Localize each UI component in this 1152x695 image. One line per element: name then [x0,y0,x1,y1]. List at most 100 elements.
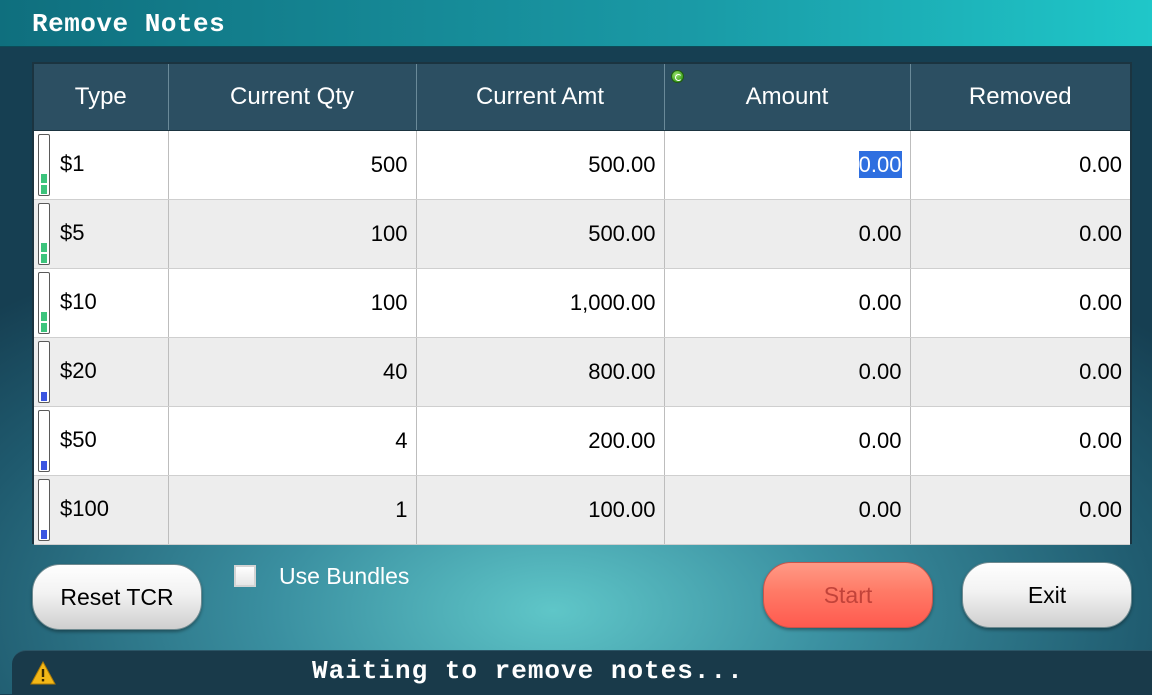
level-gauge-icon [38,134,50,196]
cell-current-amt-value: 100.00 [588,497,656,522]
level-gauge-fill [41,459,47,470]
cell-removed: 0.00 [910,268,1130,338]
cell-removed-value: 0.00 [1079,497,1122,522]
cell-current-amt: 500.00 [416,130,665,200]
level-gauge-fill [41,241,47,263]
level-gauge-icon [38,410,50,472]
level-gauge-icon [38,479,50,541]
cell-removed: 0.00 [910,130,1130,200]
cell-current-amt-value: 200.00 [588,428,656,453]
level-gauge-fill [41,172,47,194]
level-gauge-icon [38,203,50,265]
cell-type: $10 [34,268,169,338]
cell-removed: 0.00 [910,406,1130,476]
cell-current-qty-value: 500 [370,152,408,177]
cell-removed-value: 0.00 [1079,290,1122,315]
cell-current-qty: 40 [168,337,417,407]
cell-current-amt-value: 500.00 [588,152,656,177]
cell-amount-input[interactable]: 0.00 [664,130,911,200]
table-row[interactable]: $5 100 500.00 0.00 0.00 [34,199,1130,269]
cell-removed: 0.00 [910,475,1130,545]
status-message: Waiting to remove notes... [312,656,744,686]
cell-amount-input-value: 0.00 [858,151,902,178]
header-amount-label: Amount [745,83,829,110]
cell-current-amt-value: 1,000.00 [569,290,656,315]
use-bundles-checkbox[interactable] [234,565,256,587]
warning-icon [30,661,56,685]
cell-type: $20 [34,337,169,407]
level-gauge-icon [38,341,50,403]
table-row[interactable]: $20 40 800.00 0.00 0.00 [34,337,1130,407]
cell-current-amt: 800.00 [416,337,665,407]
table-row[interactable]: $1 500 500.00 0.00 0.00 [34,130,1130,200]
level-segment [41,243,47,252]
cell-removed-value: 0.00 [1079,359,1122,384]
header-current-amt[interactable]: Current Amt [416,64,665,131]
cell-current-qty: 1 [168,475,417,545]
level-gauge-icon [38,272,50,334]
cell-amount-input[interactable]: 0.00 [664,406,911,476]
cell-current-qty-value: 100 [370,221,408,246]
cell-amount-input-value: 0.00 [858,359,902,384]
level-gauge-fill [41,528,47,539]
cell-current-qty-value: 4 [395,428,408,453]
cell-current-qty-value: 100 [370,290,408,315]
cell-current-amt: 200.00 [416,406,665,476]
cell-removed: 0.00 [910,337,1130,407]
cell-current-qty: 4 [168,406,417,476]
cell-type: $1 [34,130,169,200]
header-row: Type Current Qty Current Amt Amount Remo… [34,64,1130,131]
exit-button[interactable]: Exit [962,562,1132,628]
cell-amount-input[interactable]: 0.00 [664,268,911,338]
refresh-icon[interactable] [670,70,684,83]
cell-amount-input-value: 0.00 [858,497,902,522]
use-bundles-label[interactable]: Use Bundles [279,563,409,590]
table-row[interactable]: $10 100 1,000.00 0.00 0.00 [34,268,1130,338]
header-removed[interactable]: Removed [910,64,1130,131]
cell-current-amt-value: 500.00 [588,221,656,246]
note-type-label: $100 [60,496,109,521]
header-amount[interactable]: Amount [664,64,911,131]
cell-current-amt: 1,000.00 [416,268,665,338]
level-segment [41,392,47,401]
note-type-label: $10 [60,289,97,314]
table-row[interactable]: $100 1 100.00 0.00 0.00 [34,475,1130,545]
header-current-qty[interactable]: Current Qty [168,64,417,131]
note-type-label: $5 [60,220,85,245]
notes-grid[interactable]: Type Current Qty Current Amt Amount Remo… [32,62,1132,545]
cell-amount-input[interactable]: 0.00 [664,475,911,545]
cell-amount-input[interactable]: 0.00 [664,199,911,269]
start-button[interactable]: Start [763,562,933,628]
header-type[interactable]: Type [34,64,169,131]
notes-table: Type Current Qty Current Amt Amount Remo… [34,64,1130,545]
cell-current-amt-value: 800.00 [588,359,656,384]
note-type-label: $1 [60,151,85,176]
cell-current-qty: 100 [168,268,417,338]
level-segment [41,461,47,470]
cell-type: $100 [34,475,169,545]
cell-current-amt: 500.00 [416,199,665,269]
cell-current-qty: 500 [168,130,417,200]
level-segment [41,174,47,183]
level-gauge-fill [41,310,47,332]
level-segment [41,254,47,263]
cell-removed-value: 0.00 [1079,221,1122,246]
cell-current-qty-value: 40 [383,359,408,384]
cell-current-amt: 100.00 [416,475,665,545]
reset-tcr-button[interactable]: Reset TCR [32,564,202,630]
title-bar: Remove Notes [0,0,1152,47]
level-segment [41,312,47,321]
level-segment [41,530,47,539]
cell-current-qty: 100 [168,199,417,269]
cell-amount-input-value: 0.00 [858,221,902,246]
level-gauge-fill [41,390,47,401]
cell-removed-value: 0.00 [1079,152,1122,177]
cell-amount-input-value: 0.00 [858,428,902,453]
cell-current-qty-value: 1 [395,497,408,522]
cell-removed: 0.00 [910,199,1130,269]
cell-amount-input-value: 0.00 [858,290,902,315]
cell-type: $50 [34,406,169,476]
window-title: Remove Notes [32,9,226,39]
table-row[interactable]: $50 4 200.00 0.00 0.00 [34,406,1130,476]
cell-amount-input[interactable]: 0.00 [664,337,911,407]
